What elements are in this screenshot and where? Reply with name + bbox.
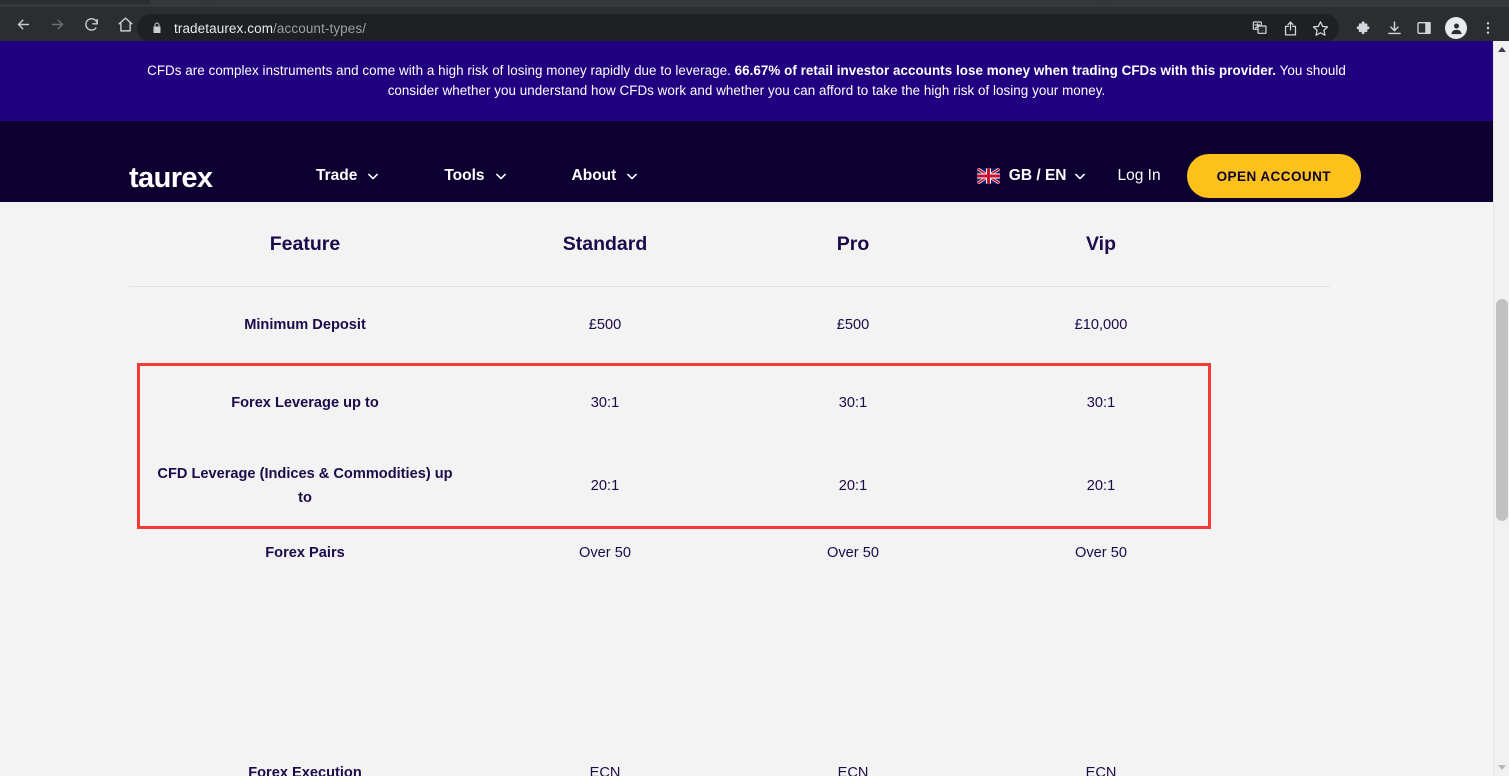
row-value-pro: 30:1: [838, 395, 868, 411]
row-feature-label: Forex Pairs: [265, 545, 345, 561]
table-row: Forex Execution ECN ECN ECN: [129, 733, 1329, 776]
nav-item-trade-label: Trade: [316, 167, 358, 184]
nav-item-about[interactable]: About: [572, 167, 638, 185]
back-arrow-icon[interactable]: [6, 7, 40, 41]
table-row: Forex Pairs Over 50 Over 50 Over 50: [129, 529, 1329, 733]
row-feature-label: CFD Leverage (Indices & Commodities) up …: [157, 466, 453, 506]
column-header-standard: Standard: [562, 232, 648, 255]
side-panel-icon[interactable]: [1409, 14, 1439, 42]
row-feature-label: Minimum Deposit: [244, 317, 366, 333]
chevron-down-icon: [1075, 173, 1086, 179]
page-viewport: CFDs are complex instruments and come wi…: [0, 41, 1493, 776]
row-value-standard: £500: [588, 317, 622, 333]
row-value-standard: 30:1: [590, 395, 620, 411]
nav-item-tools[interactable]: Tools: [444, 167, 506, 185]
forward-arrow-icon[interactable]: [40, 7, 74, 41]
row-value-standard: Over 50: [579, 545, 631, 561]
column-header-pro: Pro: [836, 232, 870, 255]
table-row: Minimum Deposit £500 £500 £10,000: [129, 287, 1329, 363]
page-scrollbar[interactable]: [1493, 41, 1509, 776]
main-nav-links: Trade Tools About: [316, 167, 638, 185]
nav-item-tools-label: Tools: [444, 167, 485, 184]
url-path: /account-types/: [273, 20, 367, 36]
row-value-pro: ECN: [837, 765, 869, 776]
toolbar-icon-group: [1241, 14, 1503, 42]
scrollbar-thumb[interactable]: [1496, 299, 1508, 521]
row-value-vip: £10,000: [1074, 317, 1128, 333]
row-feature-label: Forex Leverage up to: [231, 395, 379, 411]
table-header-row: Feature Standard Pro Vip: [129, 202, 1329, 286]
table-row: Forex Leverage up to 30:1 30:1 30:1: [129, 363, 1329, 443]
browser-tab-strip[interactable]: [0, 0, 1509, 7]
row-value-pro: Over 50: [827, 545, 879, 561]
row-value-vip: 30:1: [1086, 395, 1116, 411]
share-icon[interactable]: [1275, 14, 1305, 42]
row-feature-label: Forex Execution: [248, 765, 362, 776]
bookmark-star-icon[interactable]: [1305, 14, 1335, 42]
browser-chrome: tradetaurex.com/account-types/: [0, 0, 1509, 42]
row-value-standard: ECN: [589, 765, 621, 776]
chrome-menu-icon[interactable]: [1473, 14, 1503, 42]
row-value-pro: 20:1: [838, 478, 868, 494]
scroll-down-arrow-icon[interactable]: [1494, 759, 1509, 776]
downloads-icon[interactable]: [1379, 14, 1409, 42]
nav-item-about-label: About: [571, 167, 617, 184]
translate-icon[interactable]: [1245, 14, 1275, 42]
column-header-feature: Feature: [269, 233, 341, 255]
row-value-pro: £500: [836, 317, 870, 333]
nav-right-group: GB / EN Log In OPEN ACCOUNT: [976, 151, 1361, 201]
address-bar[interactable]: tradetaurex.com/account-types/: [137, 14, 1307, 42]
profile-avatar-icon[interactable]: [1445, 17, 1467, 39]
browser-toolbar: tradetaurex.com/account-types/: [0, 7, 1509, 42]
chevron-down-icon: [627, 173, 638, 179]
open-account-button[interactable]: OPEN ACCOUNT: [1186, 154, 1361, 198]
row-value-vip: 20:1: [1086, 478, 1116, 494]
taurex-logo[interactable]: taurex: [129, 164, 213, 193]
risk-text-before: CFDs are complex instruments and come wi…: [147, 63, 735, 78]
lock-icon: [151, 21, 163, 35]
risk-warning-text: CFDs are complex instruments and come wi…: [142, 61, 1352, 101]
locale-selector[interactable]: GB / EN: [976, 167, 1086, 185]
uk-flag-icon: [976, 168, 1000, 184]
scroll-up-arrow-icon[interactable]: [1494, 41, 1509, 58]
column-header-vip: Vip: [1086, 232, 1116, 255]
row-value-vip: Over 50: [1075, 545, 1127, 561]
reload-icon[interactable]: [74, 7, 108, 41]
account-comparison-table: Feature Standard Pro Vip Minimum Deposit…: [0, 202, 1493, 776]
risk-warning-banner: CFDs are complex instruments and come wi…: [0, 41, 1493, 121]
risk-text-bold: 66.67% of retail investor accounts lose …: [734, 63, 1277, 78]
highlighted-leverage-section: Forex Leverage up to 30:1 30:1 30:1 CFD …: [0, 363, 1493, 529]
row-value-standard: 20:1: [590, 478, 620, 494]
row-value-vip: ECN: [1085, 765, 1117, 776]
login-link[interactable]: Log In: [1117, 167, 1160, 185]
locale-label: GB / EN: [1008, 167, 1067, 184]
url-text: tradetaurex.com/account-types/: [174, 21, 366, 36]
site-navigation-bar: taurex Trade Tools About GB / EN Log In …: [0, 121, 1493, 322]
extensions-puzzle-icon[interactable]: [1349, 14, 1379, 42]
table-row: CFD Leverage (Indices & Commodities) up …: [129, 443, 1329, 529]
omnibox-actions: [1241, 14, 1339, 42]
tab-edge-left: [0, 0, 150, 4]
chevron-down-icon: [368, 173, 379, 179]
chevron-down-icon: [495, 173, 506, 179]
url-domain: tradetaurex.com: [174, 20, 274, 36]
nav-item-trade[interactable]: Trade: [316, 167, 379, 185]
